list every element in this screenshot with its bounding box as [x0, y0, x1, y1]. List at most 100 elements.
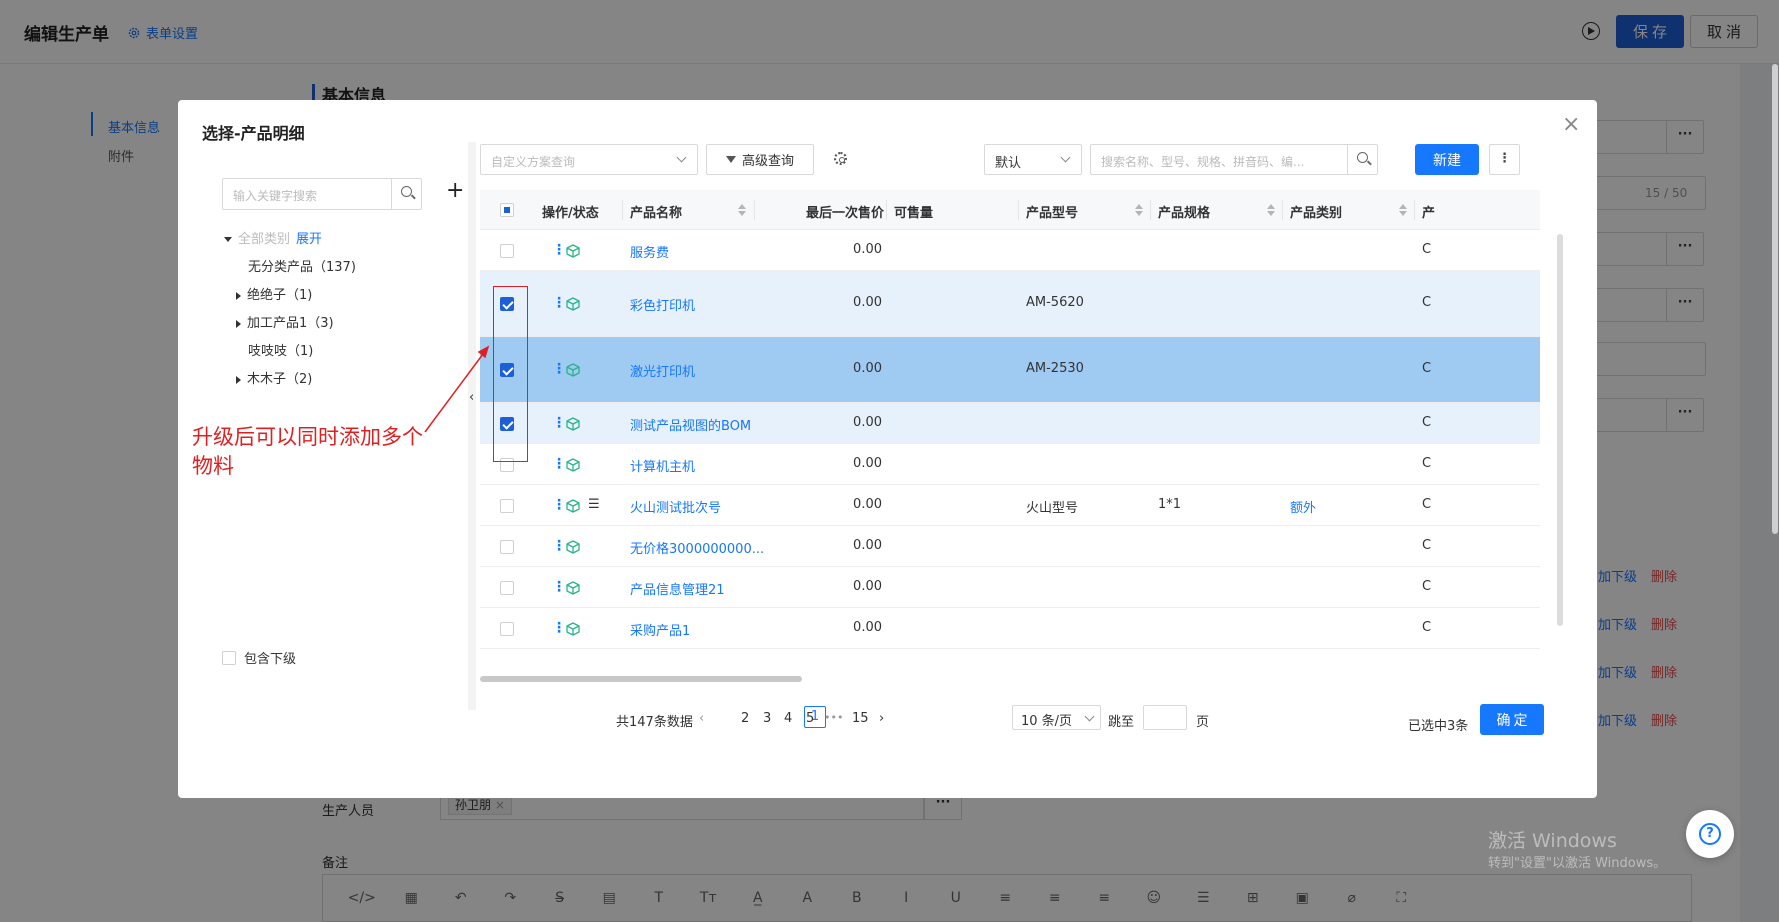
last-sale-price: 0.00 [853, 579, 882, 594]
new-product-button[interactable]: 新建 [1415, 144, 1479, 175]
table-row[interactable]: ⋮ 采购产品1 0.00 C [480, 608, 1540, 649]
next-page-icon[interactable]: › [879, 711, 884, 726]
close-icon[interactable]: × [1562, 114, 1580, 136]
column-divider[interactable] [1018, 200, 1019, 220]
help-button[interactable]: ? [1686, 810, 1734, 858]
table-row[interactable]: ⋮ 产品信息管理21 0.00 C [480, 567, 1540, 608]
include-subcategory-option[interactable]: 包含下级 [222, 648, 296, 667]
select-all-checkbox[interactable] [500, 203, 514, 217]
column-divider[interactable] [1414, 200, 1415, 220]
product-name[interactable]: 服务费 [630, 242, 669, 261]
last-sale-price: 0.00 [853, 538, 882, 553]
tree-node[interactable]: 木木子（2) [236, 368, 312, 387]
last-sale-price: 0.00 [853, 415, 882, 430]
confirm-button[interactable]: 确定 [1480, 704, 1544, 735]
column-header[interactable]: 产品型号 [1026, 202, 1078, 221]
sort-icon[interactable] [738, 204, 746, 216]
product-name[interactable]: 产品信息管理21 [630, 579, 725, 598]
vertical-scrollbar[interactable] [1557, 234, 1563, 626]
row-actions-icon[interactable]: ⋮ [552, 415, 566, 431]
product-name[interactable]: 彩色打印机 [630, 295, 695, 314]
row-actions-icon[interactable]: ⋮ [552, 242, 566, 258]
product-cube-icon [566, 458, 580, 472]
tree-search-button[interactable] [391, 178, 422, 210]
product-name[interactable]: 无价格3000000000... [630, 538, 764, 557]
sort-icon[interactable] [1399, 204, 1407, 216]
caret-down-icon[interactable] [224, 237, 232, 242]
product-cube-icon [566, 297, 580, 311]
page-scrollbar[interactable] [1772, 64, 1778, 534]
row-actions-icon[interactable]: ⋮ [552, 497, 566, 513]
query-scheme-select[interactable]: 自定义方案查询 [480, 144, 698, 175]
row-checkbox[interactable] [500, 540, 514, 554]
table-row[interactable]: ⋮ 服务费 0.00 C [480, 230, 1540, 271]
caret-right-icon[interactable] [236, 319, 241, 328]
row-actions-icon[interactable]: ⋮ [552, 295, 566, 311]
product-name[interactable]: 测试产品视图的BOM [630, 415, 751, 434]
add-category-icon[interactable]: + [446, 180, 464, 202]
panel-splitter[interactable] [468, 142, 476, 710]
page-link[interactable]: 3 [763, 711, 771, 726]
tree-node[interactable]: 吱吱吱（1) [248, 340, 313, 359]
product-search-input[interactable]: 搜索名称、型号、规格、拼音码、编... [1090, 144, 1378, 175]
annotation-text: 升级后可以同时添加多个物料 [192, 425, 423, 478]
sort-icon[interactable] [1135, 204, 1143, 216]
row-checkbox[interactable] [500, 581, 514, 595]
product-name[interactable]: 火山测试批次号 [630, 497, 721, 516]
tree-node-label: 加工产品1（3) [247, 316, 334, 331]
horizontal-scrollbar[interactable] [480, 676, 802, 682]
last-sale-price: 0.00 [853, 497, 882, 512]
row-actions-icon[interactable]: ⋮ [552, 538, 566, 554]
tree-node[interactable]: 无分类产品（137) [248, 256, 356, 275]
windows-activation-watermark: 激活 Windows [1488, 830, 1617, 852]
product-name[interactable]: 计算机主机 [630, 456, 695, 475]
settings-icon[interactable] [834, 152, 847, 165]
tree-root[interactable]: 全部类别 展开 [224, 228, 322, 247]
include-subcategory-checkbox[interactable] [222, 650, 236, 665]
tree-expand-link[interactable]: 展开 [296, 232, 322, 247]
column-divider[interactable] [754, 200, 755, 220]
row-checkbox[interactable] [500, 244, 514, 258]
column-header[interactable]: 产品规格 [1158, 202, 1210, 221]
caret-right-icon[interactable] [236, 291, 241, 300]
tree-node[interactable]: 加工产品1（3) [236, 312, 334, 331]
table-row[interactable]: ⋮ 无价格3000000000... 0.00 C [480, 526, 1540, 567]
row-checkbox[interactable] [500, 622, 514, 636]
row-actions-icon[interactable]: ⋮ [552, 361, 566, 377]
column-divider[interactable] [622, 200, 623, 220]
table-row[interactable]: ⋮ 彩色打印机 0.00 AM-5620 C [480, 271, 1540, 337]
row-checkbox[interactable] [500, 499, 514, 513]
caret-right-icon[interactable] [236, 375, 241, 384]
table-row[interactable]: ⋮ 测试产品视图的BOM 0.00 C [480, 403, 1540, 444]
table-row[interactable]: ⋮ ☰ 火山测试批次号 0.00 火山型号 1*1 额外 C [480, 485, 1540, 526]
page-link[interactable]: 15 [852, 711, 869, 726]
page-link[interactable]: 4 [784, 711, 792, 726]
prev-page-icon[interactable]: ‹ [699, 711, 704, 726]
page-link[interactable]: 2 [741, 711, 749, 726]
page-link[interactable]: 5 [806, 711, 814, 726]
column-divider[interactable] [1282, 200, 1283, 220]
product-name[interactable]: 采购产品1 [630, 620, 690, 639]
tree-node[interactable]: 绝绝子（1) [236, 284, 312, 303]
batch-list-icon[interactable]: ☰ [588, 497, 600, 512]
table-row[interactable]: ⋮ 激光打印机 0.00 AM-2530 C [480, 337, 1540, 403]
column-header[interactable]: 产品名称 [630, 202, 682, 221]
advanced-query-button[interactable]: 高级查询 [706, 144, 814, 175]
product-category[interactable]: 额外 [1290, 497, 1316, 516]
sort-icon[interactable] [1267, 204, 1275, 216]
column-header[interactable]: 产品类别 [1290, 202, 1342, 221]
jump-label: 跳至 [1108, 715, 1135, 730]
row-actions-icon[interactable]: ⋮ [552, 456, 566, 472]
more-actions-button[interactable]: ⋮ [1489, 144, 1520, 175]
collapse-left-icon[interactable]: ‹ [469, 390, 474, 405]
tree-root-label: 全部类别 [238, 232, 291, 247]
page-ellipsis[interactable]: ••• [824, 711, 843, 724]
product-search-button[interactable] [1347, 144, 1378, 175]
jump-page-input[interactable] [1143, 705, 1187, 730]
table-row[interactable]: ⋮ 计算机主机 0.00 C [480, 444, 1540, 485]
row-actions-icon[interactable]: ⋮ [552, 620, 566, 636]
product-name[interactable]: 激光打印机 [630, 361, 695, 380]
column-divider[interactable] [886, 200, 887, 220]
row-actions-icon[interactable]: ⋮ [552, 579, 566, 595]
column-divider[interactable] [1150, 200, 1151, 220]
